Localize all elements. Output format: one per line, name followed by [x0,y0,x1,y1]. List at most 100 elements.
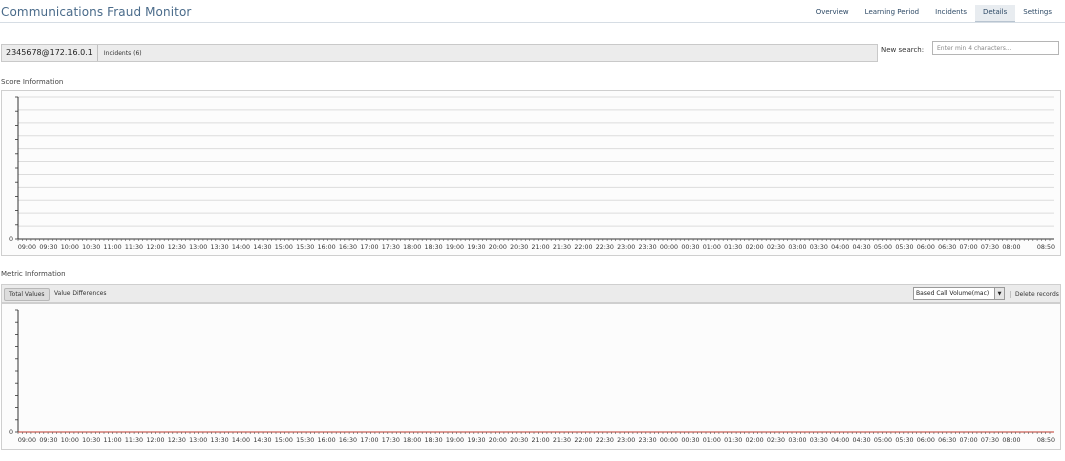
metric-chart-panel: 0 09:00 09:30 10:00 10:30 11:00 11:30 12:00 12:3… [1,303,1061,450]
x-tick-label: 20:00 [489,244,507,251]
x-tick-label: 19:00 [446,437,464,444]
x-tick-label: 07:00 [960,437,978,444]
entity-bar: 2345678@172.16.0.1 Incidents (6) [1,44,878,62]
metric-chart: 0 09:00 09:30 10:00 10:30 11:00 11:30 12:00 12:3… [9,309,1055,444]
total-values-button[interactable]: Total Values [4,288,50,301]
x-tick-label: 14:00 [232,437,250,444]
x-tick-label: 09:00 [18,437,36,444]
x-tick-label: 17:00 [360,244,378,251]
x-tick-label: 21:30 [553,244,571,251]
x-tick-label: 06:00 [917,437,935,444]
x-tick-label: 18:00 [403,437,421,444]
y-tick-label: 0 [9,429,13,436]
x-tick-label: 02:00 [746,437,764,444]
score-chart-panel: 0 09:00 09:30 10:00 10:30 11:00 11:30 12:00 12:3… [1,90,1061,256]
x-tick-label: 08:50 [1037,437,1055,444]
delete-records-button[interactable]: Delete records [1010,291,1059,298]
x-tick-label: 17:30 [382,244,400,251]
chevron-down-icon[interactable]: ▼ [994,288,1004,299]
x-tick-label: 02:30 [767,244,785,251]
x-tick-label: 06:30 [938,244,956,251]
x-tick-label: 01:30 [724,437,742,444]
x-tick-label: 11:30 [125,244,143,251]
value-differences-button[interactable]: Value Differences [50,288,110,299]
x-tick-label: 23:30 [639,244,657,251]
tab-incidents[interactable]: Incidents [927,5,975,22]
x-tick-label: 14:00 [232,244,250,251]
score-chart: 0 09:00 09:30 10:00 10:30 11:00 11:30 12:00 12:3… [9,96,1055,251]
x-tick-label: 10:30 [82,244,100,251]
x-tick-label: 15:00 [275,244,293,251]
x-tick-label: 11:30 [125,437,143,444]
x-tick-label: 22:00 [574,437,592,444]
new-search-label: New search: [881,46,925,54]
tab-details[interactable]: Details [975,5,1016,22]
x-tick-label: 21:00 [532,244,550,251]
top-navigation: Overview Learning Period Incidents Detai… [808,5,1060,22]
x-tick-label: 04:30 [853,437,871,444]
entity-id-tab[interactable]: 2345678@172.16.0.1 [2,45,98,61]
x-tick-label: 20:00 [489,437,507,444]
x-tick-label: 08:00 [1002,437,1020,444]
x-tick-label: 22:30 [596,244,614,251]
x-tick-label: 05:00 [874,437,892,444]
x-tick-label: 18:30 [425,437,443,444]
x-tick-label: 01:30 [724,244,742,251]
x-tick-label: 16:00 [318,437,336,444]
metric-section-label: Metric Information [1,270,66,278]
x-tick-label: 09:30 [39,437,57,444]
x-tick-label: 06:30 [938,437,956,444]
x-tick-label: 12:30 [168,437,186,444]
x-tick-label: 05:30 [895,437,913,444]
metric-select[interactable]: Based Call Volume(mac) ▼ [913,287,1005,300]
x-tick-label: 12:00 [146,437,164,444]
x-tick-label: 15:00 [275,437,293,444]
metric-toolbar: Total Values Value Differences Based Cal… [1,284,1061,303]
x-tick-label: 16:30 [339,437,357,444]
x-tick-label: 03:30 [810,244,828,251]
x-tick-label: 18:00 [403,244,421,251]
x-tick-label: 13:30 [211,437,229,444]
x-tick-label: 23:00 [617,244,635,251]
x-tick-label: 08:00 [1002,244,1020,251]
x-tick-label: 21:00 [532,437,550,444]
x-tick-label: 23:00 [617,437,635,444]
x-tick-label: 05:30 [895,244,913,251]
x-tick-label: 04:30 [853,244,871,251]
x-tick-label: 22:00 [574,244,592,251]
tab-learning-period[interactable]: Learning Period [857,5,927,22]
x-tick-label: 01:00 [703,244,721,251]
x-tick-label: 17:30 [382,437,400,444]
new-search-input[interactable] [932,41,1059,55]
app-title: Communications Fraud Monitor [1,5,192,19]
x-tick-label: 19:30 [467,437,485,444]
x-tick-label: 07:30 [981,437,999,444]
x-tick-label: 07:00 [960,244,978,251]
x-tick-label: 00:00 [660,244,678,251]
x-tick-label: 12:00 [146,244,164,251]
x-tick-label: 03:00 [788,244,806,251]
x-tick-label: 10:00 [61,244,79,251]
x-tick-label: 10:00 [61,437,79,444]
y-tick-label: 0 [9,236,13,243]
x-tick-label: 05:00 [874,244,892,251]
title-divider [0,22,1065,23]
x-tick-label: 16:30 [339,244,357,251]
x-tick-label: 15:30 [296,244,314,251]
x-tick-label: 10:30 [82,437,100,444]
x-tick-label: 13:00 [189,244,207,251]
x-tick-label: 22:30 [596,437,614,444]
x-tick-label: 04:00 [831,244,849,251]
x-tick-label: 08:50 [1037,244,1055,251]
x-tick-label: 02:30 [767,437,785,444]
x-tick-label: 00:00 [660,437,678,444]
x-tick-label: 01:00 [703,437,721,444]
x-tick-label: 12:30 [168,244,186,251]
x-tick-label: 04:00 [831,437,849,444]
x-tick-label: 07:30 [981,244,999,251]
x-tick-label: 13:00 [189,437,207,444]
incidents-tab[interactable]: Incidents (6) [98,50,148,57]
x-tick-label: 00:30 [681,244,699,251]
tab-overview[interactable]: Overview [808,5,857,22]
tab-settings[interactable]: Settings [1015,5,1060,22]
